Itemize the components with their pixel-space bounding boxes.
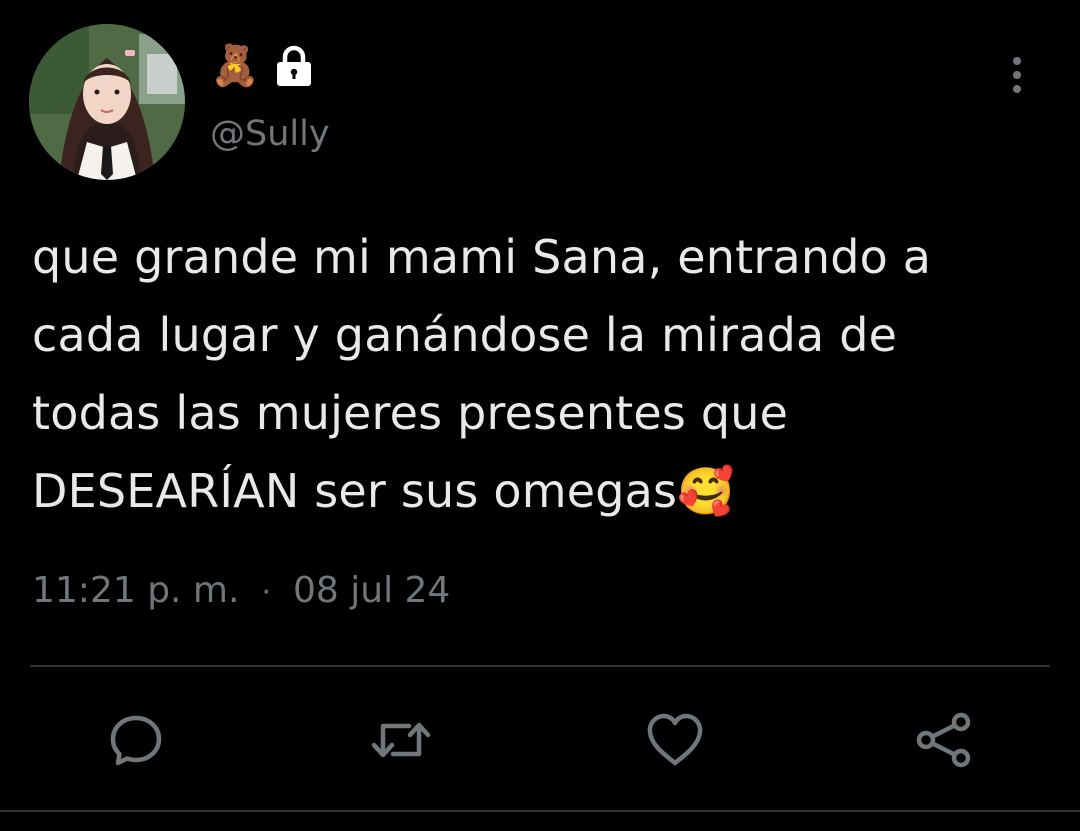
- heart-icon: [647, 713, 703, 766]
- tweet-timestamp: 11:21 p. m. · 08 jul 24: [32, 566, 450, 618]
- divider: [30, 665, 1050, 667]
- retweet-icon: [371, 722, 431, 758]
- share-icon: [916, 712, 971, 768]
- display-name[interactable]: 🧸: [210, 40, 314, 92]
- tweet-text-line: todas las mujeres presentes que: [32, 386, 789, 440]
- tweet-text: que grande mi mami Sana, entrando a cada…: [32, 218, 1042, 530]
- tweet-time[interactable]: 11:21 p. m.: [32, 570, 239, 611]
- avatar-image: [29, 24, 185, 180]
- user-handle[interactable]: @Sully: [210, 112, 330, 156]
- meta-separator: ·: [261, 575, 271, 610]
- lock-icon: [274, 45, 314, 87]
- share-button[interactable]: [912, 708, 976, 772]
- divider-bottom: [0, 810, 1080, 812]
- tweet-text-line: que grande mi mami Sana, entrando a: [32, 230, 932, 284]
- more-dot: [1013, 85, 1021, 93]
- teddy-bear-emoji: 🧸: [210, 43, 260, 89]
- tweet-text-line: cada lugar y ganándose la mirada de: [32, 308, 898, 362]
- reply-button[interactable]: [104, 708, 168, 772]
- like-button[interactable]: [643, 708, 707, 772]
- reply-icon: [110, 715, 162, 766]
- tweet-date[interactable]: 08 jul 24: [293, 570, 450, 611]
- more-dot: [1013, 71, 1021, 79]
- tweet-text-line: DESEARÍAN ser sus omegas🥰: [32, 464, 735, 518]
- avatar[interactable]: [29, 24, 185, 180]
- more-vertical-icon[interactable]: [1000, 52, 1034, 98]
- more-dot: [1013, 57, 1021, 65]
- retweet-button[interactable]: [369, 708, 433, 772]
